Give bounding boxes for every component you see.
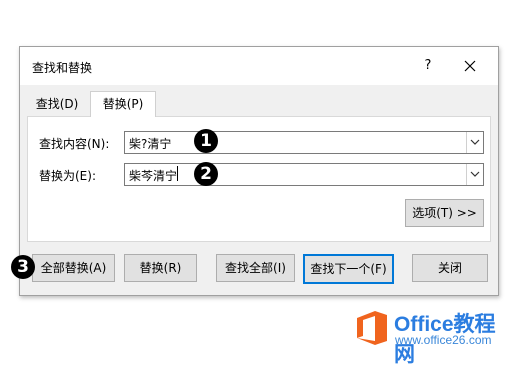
replace-value: 柴芩清宁 (129, 169, 178, 183)
tab-replace[interactable]: 替换(P) (90, 91, 156, 117)
help-button[interactable]: ? (418, 56, 438, 76)
close-icon[interactable] (458, 55, 482, 77)
find-next-button[interactable]: 查找下一个(F) (303, 254, 394, 284)
replace-input[interactable]: 柴芩清宁 (124, 163, 484, 186)
annotation-marker-3: 3 (11, 255, 35, 279)
replace-dropdown-chevron-down-icon[interactable] (466, 164, 483, 185)
find-all-button[interactable]: 查找全部(I) (216, 254, 295, 282)
options-button[interactable]: 选项(T) >> (405, 199, 484, 227)
title-bar: 查找和替换 ? (20, 47, 498, 85)
tab-find[interactable]: 查找(D) (32, 93, 82, 115)
replace-panel: 查找内容(N): 柴?清宁 替换为(E): 柴芩清宁 选项(T) >> (27, 116, 491, 242)
annotation-marker-1: 1 (194, 129, 218, 153)
close-button[interactable]: 关闭 (412, 254, 488, 282)
watermark-logo: Office教程网 www.office26.com (355, 306, 505, 366)
replace-all-button[interactable]: 全部替换(A) (32, 254, 115, 282)
watermark-url: www.office26.com (395, 333, 492, 347)
office-logo-icon (357, 311, 387, 345)
dialog-title: 查找和替换 (32, 61, 93, 75)
replace-button[interactable]: 替换(R) (124, 254, 197, 282)
find-input[interactable]: 柴?清宁 (124, 131, 484, 154)
find-dropdown-chevron-down-icon[interactable] (466, 132, 483, 153)
find-replace-dialog: 查找和替换 ? 查找(D) 替换(P) 查找内容(N): 柴?清宁 替换为(E)… (19, 46, 499, 296)
text-cursor (177, 166, 178, 181)
find-value: 柴?清宁 (129, 137, 172, 151)
find-label: 查找内容(N): (39, 137, 110, 151)
replace-label: 替换为(E): (39, 169, 96, 183)
annotation-marker-2: 2 (194, 162, 218, 186)
